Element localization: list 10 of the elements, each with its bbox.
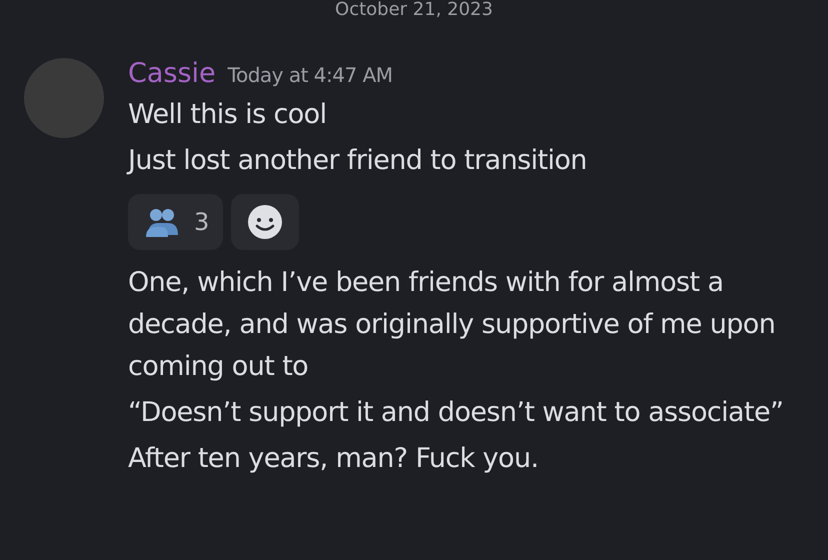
username[interactable]: Cassie xyxy=(128,58,216,90)
timestamp: Today at 4:47 AM xyxy=(228,62,393,89)
message-text: One, which I’ve been friends with for almost a decade, and was originally supportive of me upon coming out to xyxy=(128,266,776,384)
reaction-button[interactable]: 3 xyxy=(128,194,224,250)
message-text: Well this is cool xyxy=(128,98,328,132)
add-reaction-button[interactable] xyxy=(231,194,300,250)
message-text: Just lost another friend to transition xyxy=(128,144,588,178)
date-divider: October 21, 2023 xyxy=(335,0,493,20)
message-text: After ten years, man? Fuck you. xyxy=(128,442,540,476)
message-text: “Doesn’t support it and doesn’t want to associate” xyxy=(128,396,784,430)
